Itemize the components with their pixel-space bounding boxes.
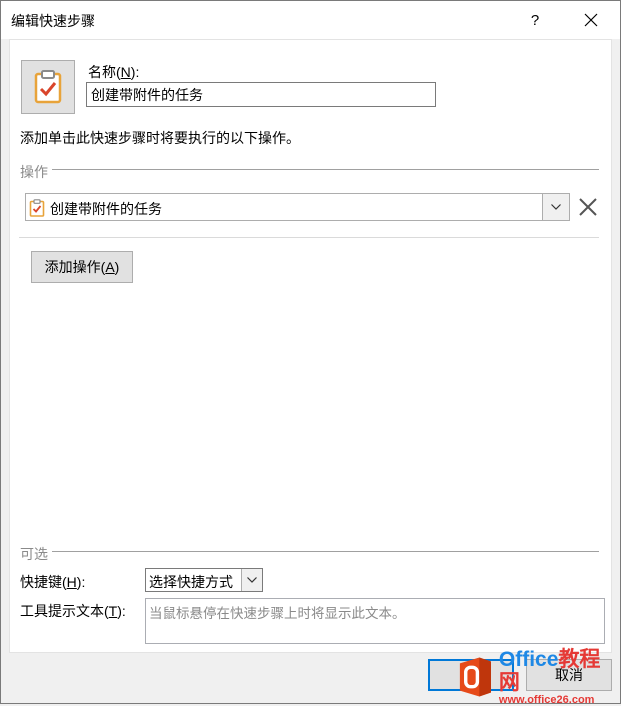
tooltip-text-input[interactable]: 当鼠标悬停在快速步骤上时将显示此文本。	[145, 598, 605, 644]
name-input-value: 创建带附件的任务	[91, 86, 203, 103]
tooltip-text-placeholder: 当鼠标悬停在快速步骤上时将显示此文本。	[149, 606, 406, 621]
quick-step-icon-button[interactable]	[21, 60, 75, 114]
dialog-title: 编辑快速步骤	[11, 13, 95, 29]
dialog-window: 编辑快速步骤 ? 名称(N): 创建带附件的任务 添加单击此快速步骤时将要执行的…	[0, 0, 621, 706]
tooltip-text-label: 工具提示文本(T):	[20, 603, 126, 619]
shortcut-dropdown[interactable]: 选择快捷方式	[145, 568, 263, 592]
action-dropdown-button[interactable]	[542, 194, 569, 220]
actions-group-divider	[52, 169, 599, 170]
watermark-url: www.office26.com	[498, 694, 595, 706]
help-button[interactable]: ?	[513, 1, 557, 39]
shortcut-dropdown-button[interactable]	[241, 569, 262, 591]
actions-separator	[19, 237, 599, 238]
close-button[interactable]	[568, 1, 614, 39]
close-icon	[584, 13, 598, 27]
action-dropdown[interactable]: 创建带附件的任务	[25, 193, 570, 221]
chevron-down-icon	[551, 204, 561, 210]
actions-group-label: 操作	[20, 164, 48, 180]
action-dropdown-value: 创建带附件的任务	[50, 201, 162, 217]
title-bar: 编辑快速步骤 ?	[1, 1, 620, 39]
watermark: Office教程网 www.office26.com	[456, 648, 618, 706]
task-icon	[29, 199, 45, 220]
optional-group-divider	[52, 551, 599, 552]
delete-action-button[interactable]	[576, 196, 600, 218]
office-logo-icon	[459, 657, 492, 697]
name-input[interactable]: 创建带附件的任务	[86, 82, 436, 107]
add-action-button-label: 添加操作(A)	[44, 259, 120, 275]
chevron-down-icon	[247, 577, 257, 583]
instructions-text: 添加单击此快速步骤时将要执行的以下操作。	[20, 130, 300, 146]
add-action-button[interactable]: 添加操作(A)	[31, 251, 133, 283]
dialog-body: 名称(N): 创建带附件的任务 添加单击此快速步骤时将要执行的以下操作。 操作 …	[9, 39, 612, 653]
shortcut-dropdown-value: 选择快捷方式	[149, 574, 233, 590]
optional-group-label: 可选	[20, 546, 48, 562]
clipboard-check-icon	[34, 70, 62, 104]
name-label: 名称(N):	[88, 64, 140, 80]
delete-x-icon	[579, 198, 597, 216]
shortcut-label: 快捷键(H):	[20, 574, 86, 590]
watermark-brand: Office教程网	[498, 647, 601, 694]
